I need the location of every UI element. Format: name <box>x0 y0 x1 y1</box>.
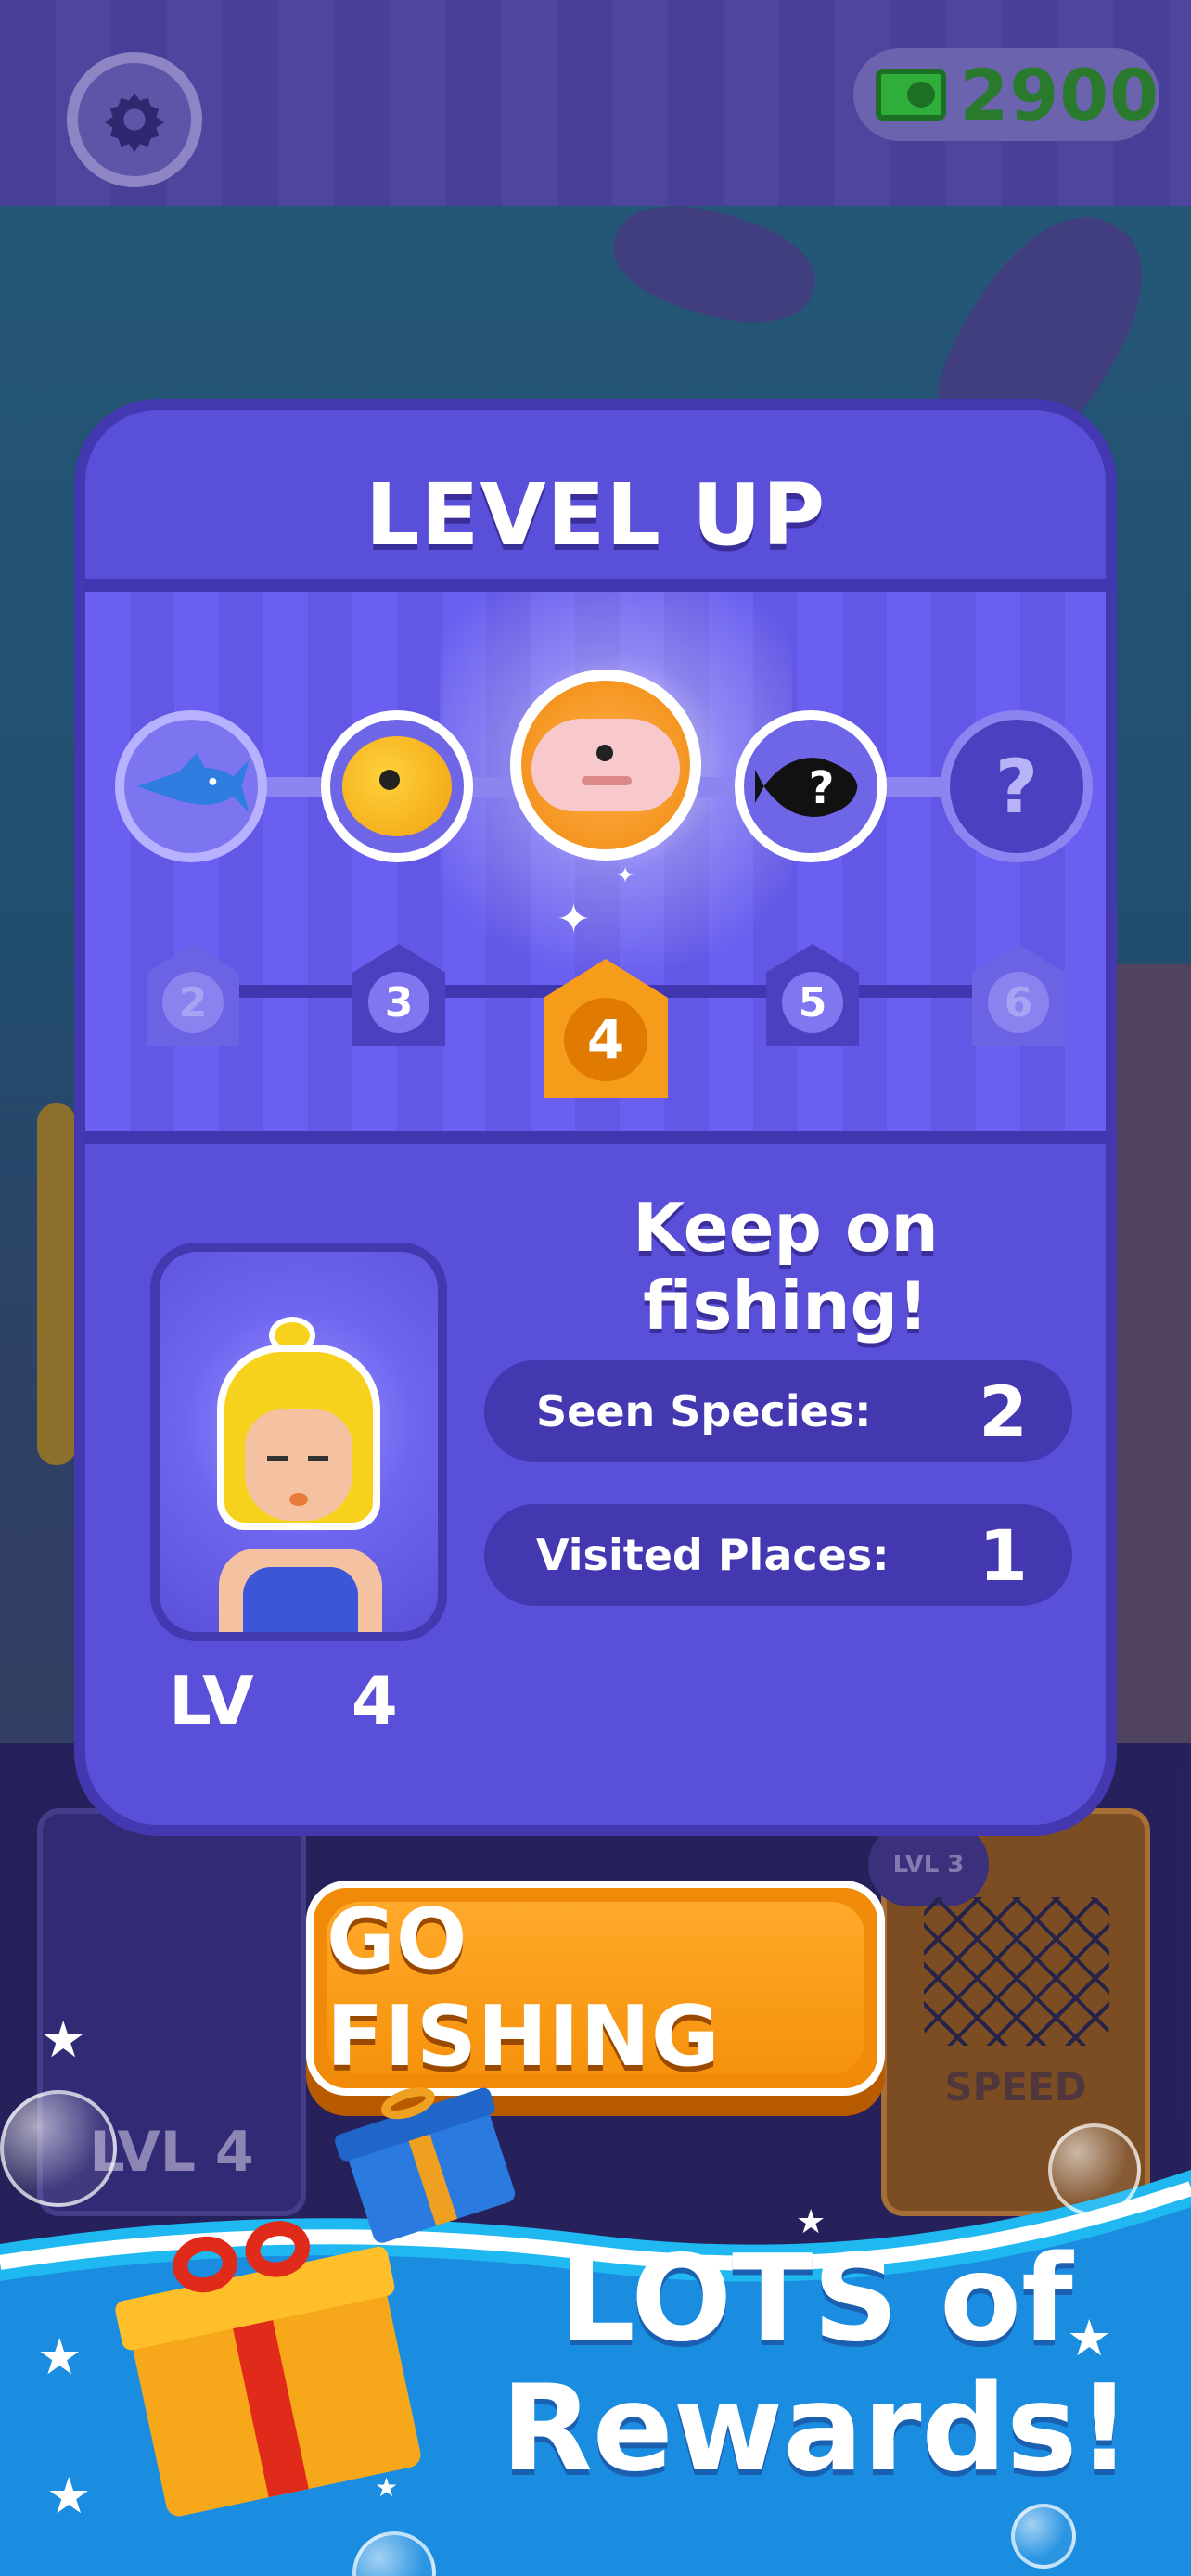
star-icon: ★ <box>375 2472 399 2503</box>
level-marker-2: 2 <box>147 944 239 1046</box>
star-icon: ★ <box>796 2203 826 2241</box>
star-icon: ★ <box>1067 2309 1112 2367</box>
unknown-fish-label: ? <box>994 743 1039 830</box>
rewards-headline: LOTS of Rewards! <box>482 2235 1150 2494</box>
level-track: ? ? ✦ ✦ 2 3 4 5 6 <box>85 579 1106 1144</box>
level-marker-5: 5 <box>766 944 859 1046</box>
blue-swordfish-icon <box>115 710 267 862</box>
player-level-label: LV <box>169 1662 254 1740</box>
settings-button[interactable] <box>67 52 202 187</box>
svg-text:?: ? <box>809 762 835 814</box>
keep-fishing-message: Keep on fishing! <box>633 1189 939 1345</box>
unknown-fish-icon: ? <box>941 710 1093 862</box>
level-marker-3: 3 <box>352 944 445 1046</box>
blobfish-icon <box>510 670 701 861</box>
level-up-modal: LEVEL UP ? ? ✦ ✦ 2 3 4 5 6 Keep on fishi… <box>74 399 1117 1836</box>
stat-label: Seen Species: <box>536 1386 872 1436</box>
star-icon: ★ <box>37 2327 83 2386</box>
cash-icon <box>876 69 947 121</box>
player-portrait <box>150 1243 447 1641</box>
star-icon: ★ <box>46 2467 92 2525</box>
sparkle-icon: ✦ <box>616 862 635 888</box>
stat-value: 2 <box>979 1370 1028 1453</box>
player-level-value: 4 <box>351 1662 398 1740</box>
rewards-line-1: LOTS of <box>559 2230 1073 2368</box>
avatar <box>197 1317 410 1632</box>
stat-label: Visited Places: <box>536 1530 890 1580</box>
bubble <box>1048 2123 1141 2216</box>
level-marker-4: 4 <box>544 959 668 1098</box>
player-level: LV 4 <box>169 1662 398 1740</box>
go-fishing-label: GO FISHING <box>327 1891 864 2085</box>
cash-counter: 2900 <box>853 48 1159 141</box>
cash-amount: 2900 <box>959 53 1159 136</box>
gear-icon <box>104 92 165 152</box>
rewards-line-2: Rewards! <box>501 2360 1132 2498</box>
bubble <box>0 2090 117 2207</box>
seen-species-stat: Seen Species: 2 <box>484 1360 1072 1462</box>
stat-value: 1 <box>979 1513 1028 1597</box>
star-icon: ★ <box>41 2010 86 2069</box>
visited-places-stat: Visited Places: 1 <box>484 1504 1072 1606</box>
pufferfish-icon <box>321 710 473 862</box>
top-bar: 2900 <box>0 0 1191 206</box>
sparkle-icon: ✦ <box>557 896 591 943</box>
silhouette-fish-icon: ? <box>735 710 887 862</box>
go-fishing-button[interactable]: GO FISHING <box>306 1881 885 2096</box>
bubble <box>1011 2504 1076 2569</box>
modal-title: LEVEL UP <box>365 465 826 565</box>
level-marker-6: 6 <box>972 944 1065 1046</box>
